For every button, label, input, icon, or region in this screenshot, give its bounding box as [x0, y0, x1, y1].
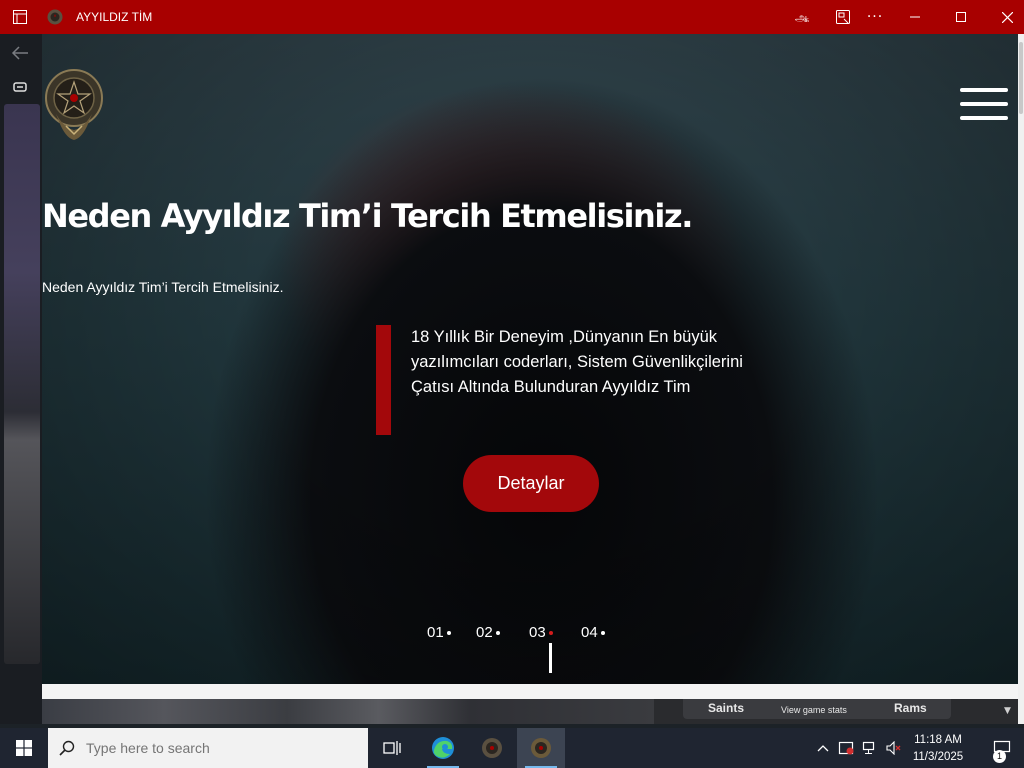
scroll-down-arrow-icon[interactable]: ▼ [1004, 706, 1011, 716]
hero-quote: 18 Yıllık Bir Deneyim ,Dünyanın En büyük… [411, 328, 743, 396]
view-game-stats-link[interactable]: View game stats [781, 705, 847, 715]
taskbar-clock[interactable]: 11:18 AM 11/3/2025 [902, 732, 974, 766]
slide-pager-03[interactable]: 03 [529, 624, 553, 641]
hero-section: Neden Ayyıldız Tim’i Tercih Etmelisiniz.… [42, 34, 1022, 684]
search-icon [48, 740, 86, 756]
site-favicon-icon [44, 0, 66, 34]
maximize-icon[interactable] [946, 0, 976, 34]
menu-hamburger-icon[interactable] [958, 88, 1010, 122]
background-window: Saints View game stats Rams [42, 699, 1018, 724]
background-window-edge [4, 104, 40, 664]
sidebar [0, 34, 42, 724]
ayyildiz-pwa-window-icon[interactable] [517, 728, 565, 768]
details-button[interactable]: Detaylar [463, 455, 599, 512]
scores-widget[interactable]: Saints View game stats Rams [683, 699, 951, 719]
app-available-icon[interactable] [832, 0, 854, 34]
notification-count-badge: 1 [993, 750, 1006, 763]
slide-pager-04[interactable]: 04 [581, 624, 605, 641]
app-title-bar: AYYILDIZ TİM அக ··· [0, 0, 1024, 34]
team-left-label: Saints [708, 701, 745, 715]
network-icon[interactable] [860, 728, 880, 768]
slide-pager-label: 01 [427, 624, 444, 641]
security-tray-icon[interactable] [836, 728, 856, 768]
windows-logo-icon [16, 740, 32, 756]
page-footer-strip [42, 684, 1018, 699]
clock-date: 11/3/2025 [912, 751, 964, 763]
slide-pager-01[interactable]: 01 [427, 624, 451, 641]
ayyildiz-tim-logo[interactable] [44, 68, 104, 144]
slide-active-indicator [549, 643, 552, 673]
search-input[interactable] [86, 740, 346, 756]
ayyildiz-app-icon[interactable] [468, 728, 516, 768]
show-hidden-icons-chevron-icon[interactable] [814, 728, 832, 768]
slide-pager-02[interactable]: 02 [476, 624, 500, 641]
read-aloud-icon[interactable]: அக [792, 0, 814, 34]
back-arrow-icon[interactable] [0, 36, 40, 70]
volume-muted-icon[interactable] [884, 728, 904, 768]
team-right-label: Rams [894, 701, 927, 715]
hero-subtitle: Neden Ayyıldız Tim’i Tercih Etmelisiniz. [42, 279, 284, 295]
slide-pager-label: 04 [581, 624, 598, 641]
page-scrollbar[interactable] [1018, 34, 1024, 724]
taskbar-search[interactable] [48, 728, 368, 768]
close-icon[interactable] [992, 0, 1022, 34]
slide-pager-label: 03 [529, 624, 546, 641]
svg-text:க: க [804, 15, 809, 24]
task-view-icon[interactable] [368, 728, 416, 768]
background-photo [42, 699, 654, 724]
more-icon[interactable]: ··· [864, 0, 886, 34]
clock-time: 11:18 AM [914, 734, 962, 746]
minimize-icon[interactable] [900, 0, 930, 34]
start-button[interactable] [0, 728, 48, 768]
sidebar-toggle-icon[interactable] [8, 0, 32, 34]
hero-title: Neden Ayyıldız Tim’i Tercih Etmelisiniz. [42, 197, 693, 235]
tab-actions-icon[interactable] [0, 70, 40, 104]
slide-pager-label: 02 [476, 624, 493, 641]
edge-browser-icon[interactable] [419, 728, 467, 768]
scrollbar-thumb[interactable] [1019, 42, 1023, 114]
quote-accent-bar [376, 325, 391, 435]
window-title: AYYILDIZ TİM [76, 10, 153, 24]
windows-taskbar: 11:18 AM 11/3/2025 1 [0, 728, 1024, 768]
